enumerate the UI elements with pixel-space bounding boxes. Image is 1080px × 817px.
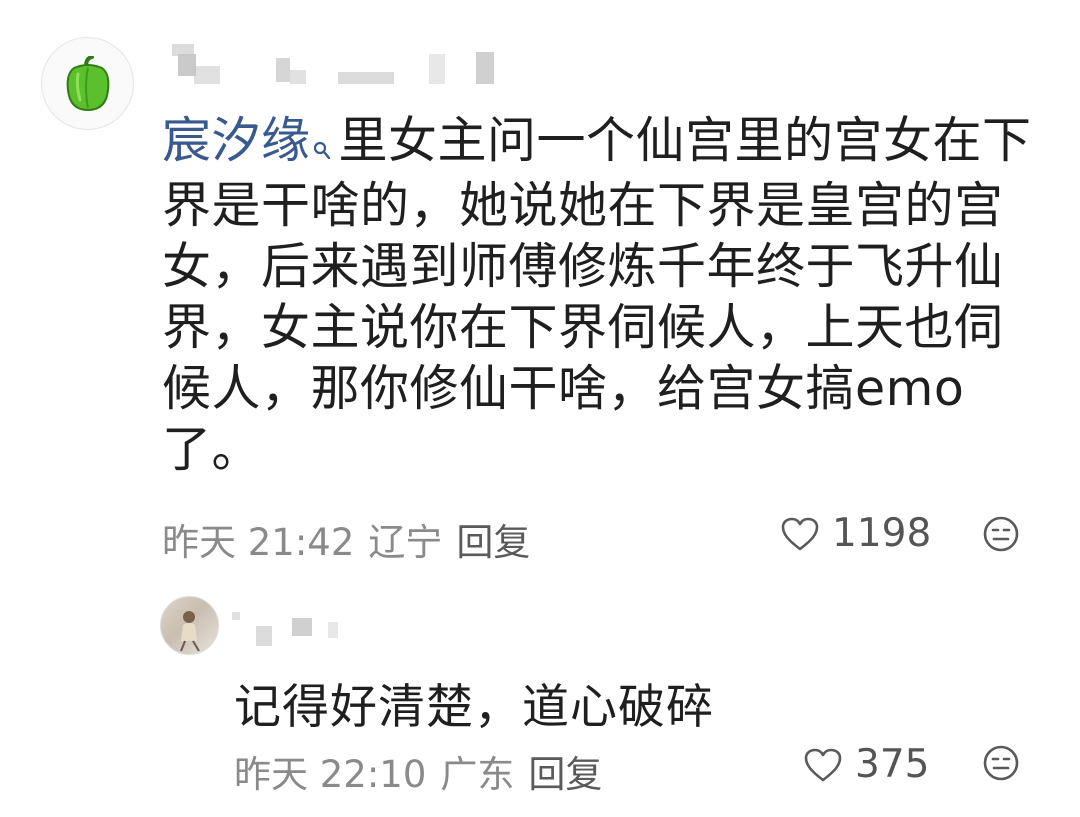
comment-location: 辽宁 <box>368 521 443 564</box>
drama-title-link[interactable]: 宸汐缘 <box>162 112 311 169</box>
neutral-face-icon <box>983 745 1019 781</box>
reply-body: 记得好清楚，道心破碎 <box>234 680 714 735</box>
reply-button[interactable]: 回复 <box>456 512 530 566</box>
heart-outline-icon <box>781 517 819 550</box>
emoji-react-button[interactable] <box>983 516 1019 556</box>
like-button[interactable]: 1198 <box>780 511 931 556</box>
commenter-name-redacted <box>172 44 502 88</box>
reply-meta: 昨天 22:10 广东 回复 <box>234 744 616 798</box>
replier-avatar[interactable] <box>160 596 219 655</box>
reply-location: 广东 <box>440 753 515 796</box>
commenter-avatar[interactable] <box>41 37 134 130</box>
replier-name-redacted <box>232 608 352 648</box>
reply-time: 昨天 22:10 <box>234 753 427 796</box>
reply-reply-button[interactable]: 回复 <box>528 744 602 798</box>
heart-outline-icon <box>804 748 842 781</box>
reply-like-button[interactable]: 375 <box>803 742 929 787</box>
reply-emoji-react-button[interactable] <box>983 745 1019 785</box>
search-icon[interactable] <box>313 114 331 175</box>
neutral-face-icon <box>983 516 1019 552</box>
green-pepper-icon <box>66 55 109 111</box>
comment-meta: 昨天 21:42 辽宁 回复 <box>162 512 544 566</box>
comment-body: 宸汐缘 里女主问一个仙宫里的宫女在下界是干啥的，她说她在下界是皇宫的宫女，后来遇到… <box>162 110 1042 480</box>
reply-like-count: 375 <box>855 742 930 787</box>
like-count: 1198 <box>832 511 932 556</box>
comment-time: 昨天 21:42 <box>162 521 355 564</box>
